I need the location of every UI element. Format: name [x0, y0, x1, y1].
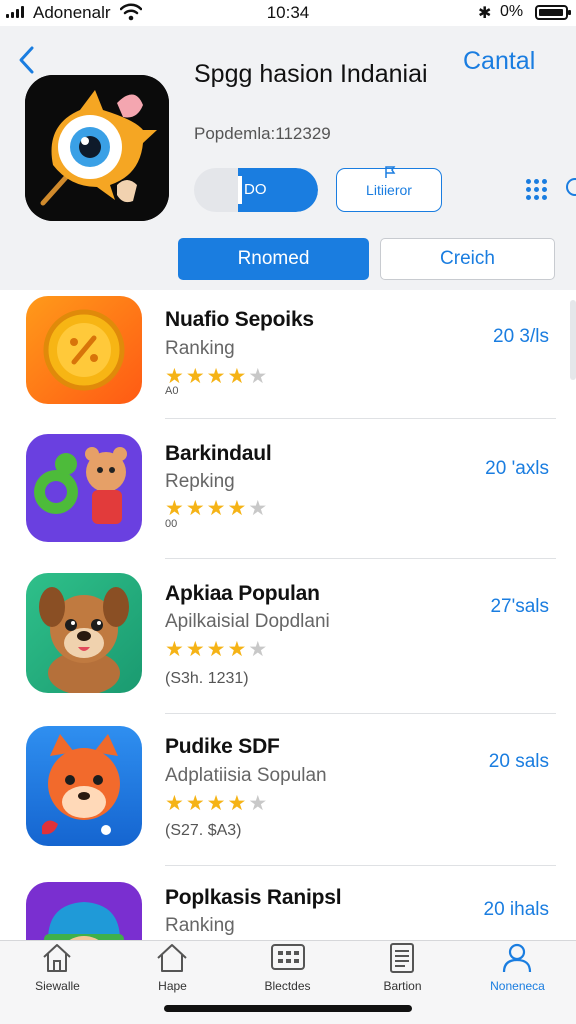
bluetooth-icon: ✱: [478, 5, 492, 22]
get-button[interactable]: 20 sals: [489, 751, 549, 773]
app-subtitle: Popdemla:112329: [194, 124, 331, 143]
get-button[interactable]: 20 3/ls: [493, 326, 549, 348]
app-meta: 00: [165, 518, 178, 530]
app-subtitle: Adplatiisia Sopulan: [165, 765, 327, 786]
segment-active[interactable]: DO: [238, 168, 318, 212]
segment-outline-label: Litiieror: [366, 182, 412, 198]
segment-active-label: DO: [244, 181, 267, 198]
segment-outline-button[interactable]: Litiieror: [336, 166, 442, 212]
tab-item-hape[interactable]: Hape: [115, 941, 230, 1011]
app-icon-coin: [26, 296, 142, 404]
tab-label: Hape: [158, 979, 187, 993]
grid-menu-icon[interactable]: [526, 179, 547, 200]
rating-stars: ★ ★ ★ ★ ★: [165, 792, 268, 815]
app-name: Apkiaa Populan: [165, 582, 320, 605]
get-button[interactable]: 20 ihals: [484, 899, 550, 921]
app-icon: [25, 75, 169, 221]
app-list[interactable]: Nuafio Sepoiks Ranking ★ ★ ★ ★ ★ A0 20 3/ls …: [0, 290, 576, 940]
get-button[interactable]: 27'sals: [490, 596, 549, 618]
app-icon-fox: [26, 726, 142, 846]
app-icon-puppy: [26, 573, 142, 693]
scroll-indicator[interactable]: [570, 300, 576, 380]
cancel-button[interactable]: Cantal: [463, 47, 535, 76]
app-meta: (S3h. 1231): [165, 670, 249, 687]
app-header: Cantal Spgg hasion Indaniai Popdemla:112…: [0, 26, 576, 290]
app-name: Barkindaul: [165, 442, 272, 465]
search-icon[interactable]: [566, 178, 576, 196]
rating-stars: ★ ★ ★ ★ ★: [165, 365, 268, 388]
person-icon: [502, 943, 532, 973]
calendar-grid-icon: [271, 944, 305, 970]
document-icon: [390, 943, 414, 973]
app-subtitle: Ranking: [165, 338, 235, 359]
tab-item-siewalle[interactable]: Siewalle: [0, 941, 115, 1011]
tab-item-bartion[interactable]: Bartion: [345, 941, 460, 1011]
app-name: Pudike SDF: [165, 735, 280, 758]
flag-icon: [385, 166, 396, 178]
house-icon: [157, 944, 187, 972]
tab-label: Noneneca: [490, 979, 545, 993]
app-title: Spgg hasion Indaniai: [194, 60, 428, 88]
tab-label: Siewalle: [35, 979, 80, 993]
app-subtitle: Ranking: [165, 915, 235, 936]
tab-label: Bartion: [383, 979, 422, 993]
segmented-toggle[interactable]: DO: [194, 168, 318, 212]
app-icon-characters: [26, 434, 142, 542]
home-icon: [43, 944, 71, 972]
tab-recommended[interactable]: Rnomed: [178, 238, 369, 280]
tab-label: Blectdes: [264, 979, 311, 993]
rating-stars: ★ ★ ★ ★ ★: [165, 497, 268, 520]
app-name: Nuafio Sepoiks: [165, 308, 314, 331]
tab-search[interactable]: Creich: [380, 238, 555, 280]
app-meta: A0: [165, 385, 179, 397]
chevron-left-icon[interactable]: [14, 43, 42, 77]
tab-item-blectdes[interactable]: Blectdes: [230, 941, 345, 1011]
home-indicator[interactable]: [164, 1005, 412, 1012]
battery-icon: [535, 5, 571, 20]
app-name: Poplkasis Ranipsl: [165, 886, 342, 909]
tab-item-noneneca[interactable]: Noneneca: [460, 941, 575, 1011]
app-subtitle: Apilkaisial Dopdlani: [165, 611, 330, 632]
app-icon-character-hat: [26, 882, 142, 940]
app-meta: (S27. $A3): [165, 822, 242, 839]
get-button[interactable]: 20 'axls: [485, 458, 549, 480]
rating-stars: ★ ★ ★ ★ ★: [165, 638, 268, 661]
battery-percent: 0%: [500, 3, 524, 20]
app-subtitle: Repking: [165, 471, 235, 492]
status-bar: Adonenalr 10:34 ✱ 0%: [0, 0, 576, 26]
